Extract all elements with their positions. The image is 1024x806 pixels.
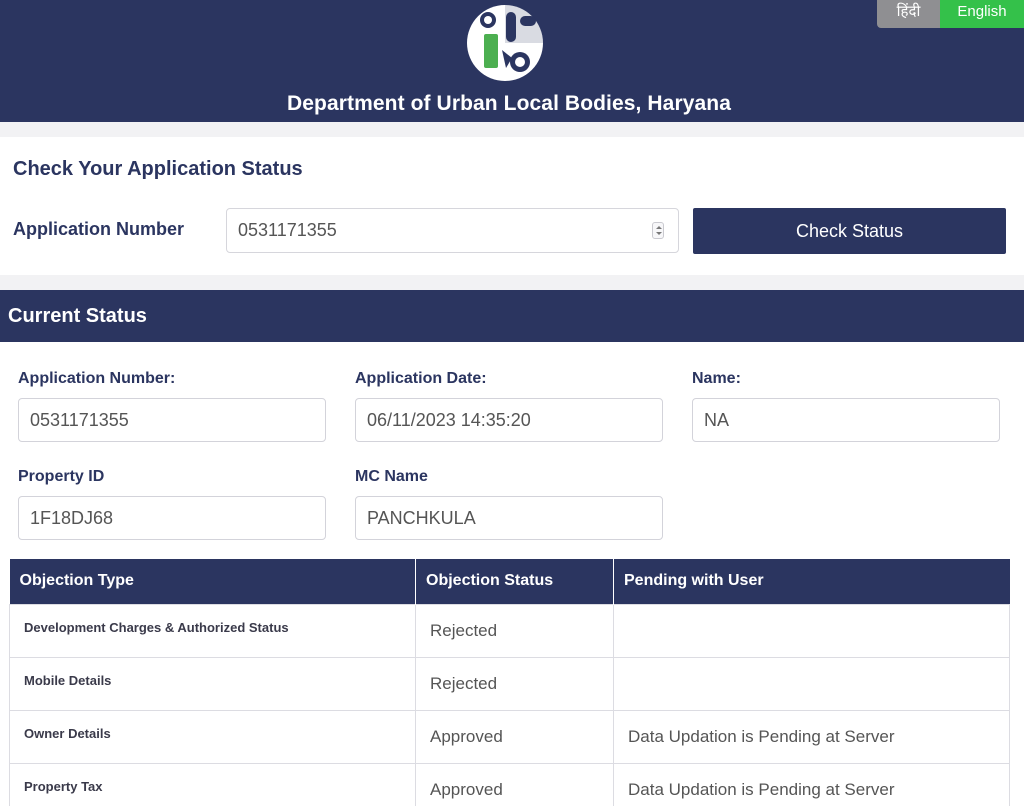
application-number-label: Application Number	[13, 219, 185, 239]
check-status-title: Check Your Application Status	[13, 158, 303, 180]
check-status-panel: Check Your Application Status Applicatio…	[0, 137, 1024, 275]
objection-status-cell: Rejected	[415, 656, 614, 711]
site-header: Department of Urban Local Bodies, Haryan…	[0, 0, 1024, 122]
current-status-header: Current Status	[0, 290, 1024, 342]
objection-status-cell: Approved	[415, 709, 614, 764]
check-status-button[interactable]: Check Status	[693, 208, 1006, 254]
application-number-input[interactable]: 0531171355	[226, 208, 679, 253]
pending-with-user-cell: Data Updation is Pending at Server	[613, 762, 1010, 806]
application-date-label: Application Date:	[355, 370, 487, 387]
property-id-label: Property ID	[18, 468, 105, 485]
pending-with-user-cell	[613, 656, 1010, 711]
objection-type-cell: Development Charges & Authorized Status	[9, 603, 416, 658]
result-application-number-label: Application Number:	[18, 370, 176, 387]
table-row: Mobile Details Rejected	[9, 656, 1010, 711]
name-field: NA	[692, 398, 1000, 442]
name-label: Name:	[692, 370, 741, 387]
objection-type-cell: Mobile Details	[9, 656, 416, 711]
column-header-objection-type: Objection Type	[9, 559, 416, 604]
pending-with-user-cell	[613, 603, 1010, 658]
number-spinner-icon[interactable]	[652, 222, 664, 239]
mc-name-label: MC Name	[355, 468, 428, 485]
current-status-body: Application Number: 0531171355 Applicati…	[0, 342, 1024, 806]
table-row: Property Tax Approved Data Updation is P…	[9, 762, 1010, 806]
department-logo-icon	[467, 5, 543, 81]
objection-status-cell: Rejected	[415, 603, 614, 658]
language-hindi-button[interactable]: हिंदी	[877, 0, 940, 28]
table-header-row: Objection Type Objection Status Pending …	[9, 559, 1010, 604]
table-row: Owner Details Approved Data Updation is …	[9, 709, 1010, 764]
current-status-title: Current Status	[8, 305, 147, 327]
column-header-pending-with-user: Pending with User	[613, 559, 1010, 604]
result-application-number-field: 0531171355	[18, 398, 326, 442]
objection-table: Objection Type Objection Status Pending …	[9, 559, 1010, 806]
application-number-input-value: 0531171355	[238, 220, 337, 240]
department-title: Department of Urban Local Bodies, Haryan…	[286, 92, 732, 115]
mc-name-field: PANCHKULA	[355, 496, 663, 540]
language-english-button[interactable]: English	[940, 0, 1024, 28]
application-date-field: 06/11/2023 14:35:20	[355, 398, 663, 442]
pending-with-user-cell: Data Updation is Pending at Server	[613, 709, 1010, 764]
property-id-field: 1F18DJ68	[18, 496, 326, 540]
objection-status-cell: Approved	[415, 762, 614, 806]
objection-type-cell: Property Tax	[9, 762, 416, 806]
objection-type-cell: Owner Details	[9, 709, 416, 764]
table-row: Development Charges & Authorized Status …	[9, 603, 1010, 658]
column-header-objection-status: Objection Status	[415, 559, 614, 604]
